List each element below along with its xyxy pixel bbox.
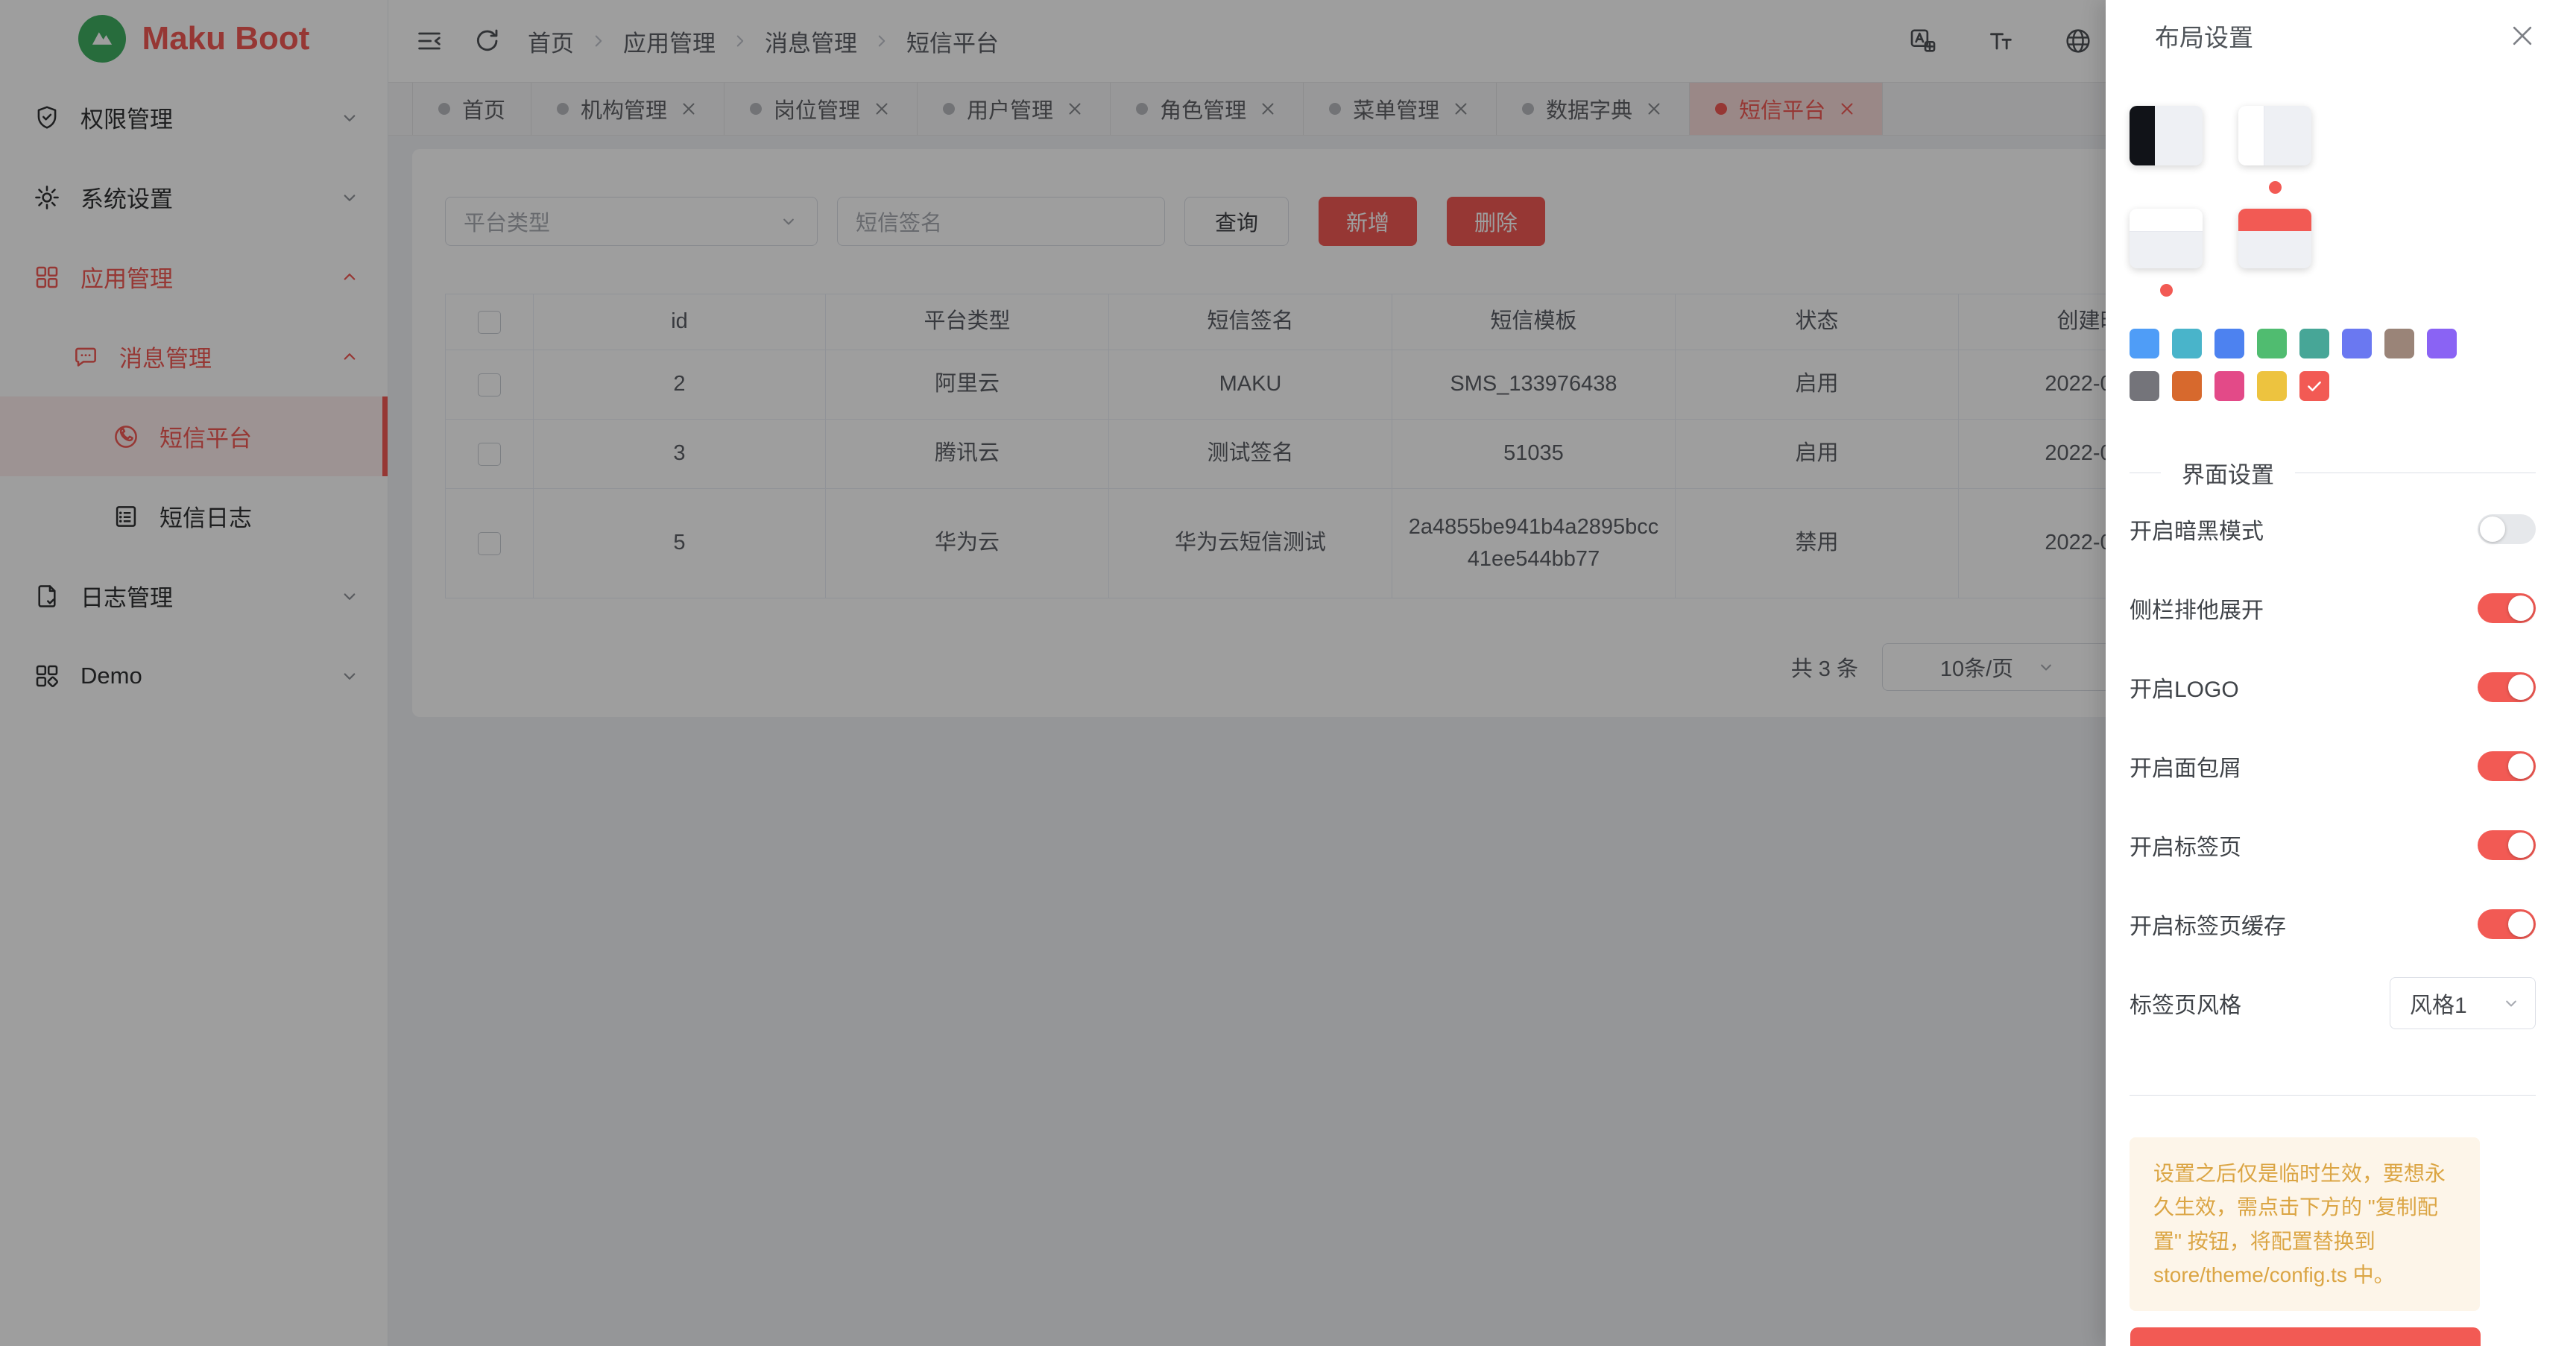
toggle-sidebar-accordion[interactable] (2478, 593, 2536, 623)
layout-selected-slot (2130, 165, 2203, 209)
toggle-knob (2508, 753, 2534, 779)
setting-row-dark-mode: 开启暗黑模式 (2130, 490, 2536, 569)
drawer-header: 布局设置 (2106, 0, 2576, 54)
tab-style-row: 标签页风格 风格1 (2130, 964, 2536, 1043)
theme-color-swatch[interactable] (2257, 371, 2287, 401)
layout-option-light-header[interactable] (2130, 209, 2203, 312)
layout-option-primary-header[interactable] (2238, 209, 2311, 312)
check-icon (2304, 376, 2325, 396)
theme-color-swatch[interactable] (2384, 329, 2414, 358)
setting-row-logo: 开启LOGO (2130, 648, 2536, 727)
tab-style-label: 标签页风格 (2130, 987, 2241, 1020)
setting-label: 侧栏排他展开 (2130, 592, 2264, 625)
setting-row-tabs-cache: 开启标签页缓存 (2130, 885, 2536, 964)
drawer-body: 界面设置 开启暗黑模式侧栏排他展开开启LOGO 开启面包屑开启标签页开启标签页缓存… (2106, 106, 2576, 1311)
theme-color-swatch[interactable] (2214, 329, 2244, 358)
toggle-dark-mode[interactable] (2478, 514, 2536, 544)
setting-label: 开启LOGO (2130, 671, 2239, 704)
settings-notice: 设置之后仅是临时生效，要想永久生效，需点击下方的 "复制配置" 按钮，将配置替换… (2130, 1137, 2480, 1311)
app-root: Maku Boot 权限管理系统设置应用管理消息管理短信平台短信日志日志管理De… (0, 0, 2576, 1346)
layout-option-dark-sidebar[interactable] (2130, 106, 2203, 209)
toggle-knob (2508, 832, 2534, 858)
theme-color-swatch[interactable] (2299, 371, 2329, 401)
layout-thumbnail-light-sidebar[interactable] (2238, 106, 2311, 165)
setting-label: 开启标签页缓存 (2130, 908, 2286, 941)
interface-settings: 开启暗黑模式侧栏排他展开开启LOGO 开启面包屑开启标签页开启标签页缓存 (2130, 490, 2576, 964)
toggle-logo[interactable] (2478, 672, 2536, 702)
theme-color-swatch[interactable] (2214, 371, 2244, 401)
layout-selected-slot (2238, 165, 2311, 209)
layout-thumbnail-light-header[interactable] (2130, 209, 2203, 268)
layout-selected-slot (2238, 268, 2311, 312)
tab-style-value: 风格1 (2410, 987, 2467, 1020)
copy-config-button[interactable]: 复制配置 (2130, 1327, 2481, 1346)
theme-color-swatch[interactable] (2172, 371, 2202, 401)
toggle-knob (2480, 516, 2505, 542)
theme-color-swatches (2130, 329, 2457, 401)
layout-thumbnail-dark-sidebar[interactable] (2130, 106, 2203, 165)
toggle-knob (2508, 911, 2534, 937)
toggle-breadcrumb[interactable] (2478, 751, 2536, 781)
tab-style-select[interactable]: 风格1 (2390, 977, 2536, 1029)
layout-selected-slot (2130, 268, 2203, 312)
layout-settings-drawer: 布局设置 界面设置 开启暗黑模式侧栏排他展开开启LOGO开启面包屑开启标签页开启… (2106, 0, 2576, 1346)
drawer-title: 布局设置 (2155, 18, 2253, 54)
theme-color-swatch[interactable] (2342, 329, 2372, 358)
theme-color-swatch[interactable] (2427, 329, 2457, 358)
divider (2130, 1095, 2536, 1096)
theme-color-swatch[interactable] (2130, 329, 2159, 358)
section-divider: 界面设置 (2130, 456, 2536, 490)
layout-selected-dot (2269, 181, 2282, 194)
toggle-knob (2508, 674, 2534, 700)
toggle-tabs-cache[interactable] (2478, 909, 2536, 939)
layout-thumbnail-primary-header[interactable] (2238, 209, 2311, 268)
theme-color-swatch[interactable] (2257, 329, 2287, 358)
setting-label: 开启暗黑模式 (2130, 513, 2264, 546)
setting-row-breadcrumb: 开启面包屑 (2130, 727, 2536, 806)
theme-color-swatch[interactable] (2172, 329, 2202, 358)
copy-config-label: 复制配置 (2278, 1342, 2370, 1346)
setting-row-sidebar-accordion: 侧栏排他展开 (2130, 569, 2536, 648)
toggle-knob (2508, 595, 2534, 621)
setting-label: 开启标签页 (2130, 829, 2241, 862)
section-title: 界面设置 (2161, 456, 2295, 490)
chevron-down-icon (2501, 993, 2522, 1014)
theme-color-swatch[interactable] (2130, 371, 2159, 401)
setting-label: 开启面包屑 (2130, 750, 2241, 783)
layout-option-light-sidebar[interactable] (2238, 106, 2311, 209)
toggle-tabs[interactable] (2478, 830, 2536, 860)
close-icon[interactable] (2507, 21, 2537, 51)
setting-row-tabs: 开启标签页 (2130, 806, 2536, 885)
theme-color-swatch[interactable] (2299, 329, 2329, 358)
layout-selected-dot (2160, 284, 2173, 297)
layout-options (2130, 106, 2576, 312)
